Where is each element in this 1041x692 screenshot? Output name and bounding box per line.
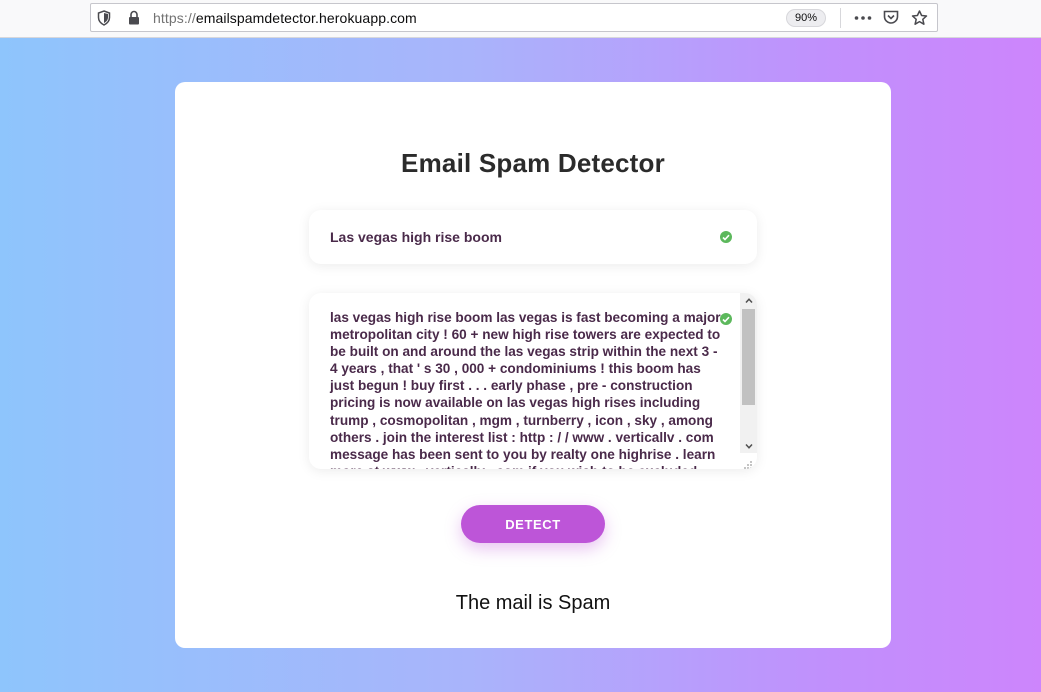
valid-check-icon [720, 231, 732, 243]
subject-field[interactable]: Las vegas high rise boom [309, 210, 757, 264]
zoom-indicator[interactable]: 90% [785, 8, 826, 27]
result-text: The mail is Spam [455, 592, 611, 614]
email-body-value: las vegas high rise boom las vegas is fa… [330, 310, 721, 469]
url-host: emailspamdetector.herokuapp.com [195, 9, 417, 26]
pocket-icon[interactable] [879, 6, 903, 30]
detect-button[interactable]: DETECT [461, 505, 605, 543]
subject-value: Las vegas high rise boom [330, 229, 502, 245]
toolbar-divider [840, 7, 841, 28]
more-icon[interactable] [851, 6, 875, 30]
scroll-down-icon[interactable] [740, 439, 757, 453]
address-bar[interactable]: https://emailspamdetector.herokuapp.com … [90, 3, 938, 32]
url-text[interactable]: https://emailspamdetector.herokuapp.com [153, 10, 786, 26]
textarea-scrollbar[interactable] [740, 293, 757, 453]
page-viewport: Email Spam Detector Las vegas high rise … [0, 38, 1041, 692]
page-title: Email Spam Detector [401, 148, 665, 178]
browser-toolbar: https://emailspamdetector.herokuapp.com … [0, 0, 1041, 38]
scroll-up-icon[interactable] [740, 293, 757, 307]
detector-card: Email Spam Detector Las vegas high rise … [175, 82, 891, 648]
bookmark-star-icon[interactable] [907, 6, 931, 30]
valid-check-icon [720, 313, 732, 325]
lock-icon[interactable] [125, 9, 143, 27]
scrollbar-thumb[interactable] [742, 309, 755, 405]
shield-icon[interactable] [95, 9, 113, 27]
url-protocol: https:// [153, 9, 196, 26]
email-body-textarea[interactable]: las vegas high rise boom las vegas is fa… [309, 293, 757, 469]
resize-handle-icon[interactable] [743, 457, 753, 469]
